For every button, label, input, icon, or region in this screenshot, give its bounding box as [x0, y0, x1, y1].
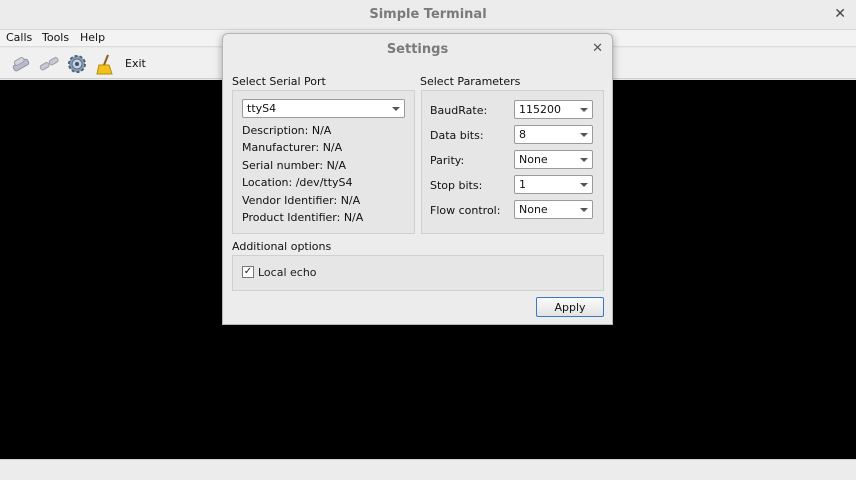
chevron-down-icon: [580, 208, 588, 212]
chevron-down-icon: [580, 133, 588, 137]
connect-icon[interactable]: [10, 53, 32, 75]
port-product-identifier: Product Identifier: N/A: [242, 211, 364, 224]
settings-dialog: Settings ✕ Select Serial Port ttyS4 Desc…: [222, 33, 613, 325]
local-echo-label[interactable]: Local echo: [258, 266, 317, 279]
chevron-down-icon: [392, 107, 400, 111]
stopbits-label: Stop bits:: [430, 179, 483, 192]
chevron-down-icon: [580, 108, 588, 112]
flow-control-value: None: [519, 203, 548, 216]
stopbits-value: 1: [519, 178, 526, 191]
local-echo-checkbox[interactable]: ✓: [242, 266, 254, 278]
parity-label: Parity:: [430, 154, 465, 167]
window-title: Simple Terminal: [369, 7, 487, 22]
chevron-down-icon: [580, 183, 588, 187]
additional-options-title: Additional options: [232, 240, 332, 253]
databits-select[interactable]: 8: [514, 125, 593, 144]
parameters-group-title: Select Parameters: [420, 75, 521, 88]
menu-tools[interactable]: Tools: [42, 31, 69, 44]
databits-label: Data bits:: [430, 129, 484, 142]
clear-broom-icon[interactable]: [94, 53, 116, 75]
port-location: Location: /dev/ttyS4: [242, 176, 353, 189]
port-description: Description: N/A: [242, 124, 332, 137]
menu-calls[interactable]: Calls: [6, 31, 32, 44]
exit-button[interactable]: Exit: [125, 57, 146, 70]
window-close-icon[interactable]: ✕: [834, 6, 846, 22]
chevron-down-icon: [580, 158, 588, 162]
flow-control-select[interactable]: None: [514, 200, 593, 219]
serial-port-value: ttyS4: [247, 102, 277, 115]
serial-port-group-title: Select Serial Port: [232, 75, 326, 88]
apply-button[interactable]: Apply: [536, 297, 604, 317]
window-titlebar: Simple Terminal ✕: [0, 0, 856, 30]
port-manufacturer: Manufacturer: N/A: [242, 141, 343, 154]
dialog-close-icon[interactable]: ✕: [592, 41, 603, 56]
port-vendor-identifier: Vendor Identifier: N/A: [242, 194, 361, 207]
baudrate-select[interactable]: 115200: [514, 100, 593, 119]
dialog-title: Settings: [386, 42, 449, 57]
baudrate-label: BaudRate:: [430, 104, 488, 117]
parity-value: None: [519, 153, 548, 166]
databits-value: 8: [519, 128, 526, 141]
port-serial-number: Serial number: N/A: [242, 159, 347, 172]
parity-select[interactable]: None: [514, 150, 593, 169]
serial-port-select[interactable]: ttyS4: [242, 99, 405, 118]
disconnect-icon[interactable]: [38, 53, 60, 75]
settings-gear-icon[interactable]: [66, 53, 88, 75]
stopbits-select[interactable]: 1: [514, 175, 593, 194]
status-bar: [0, 459, 856, 480]
menu-help[interactable]: Help: [80, 31, 105, 44]
baudrate-value: 115200: [519, 103, 561, 116]
flow-control-label: Flow control:: [430, 204, 501, 217]
